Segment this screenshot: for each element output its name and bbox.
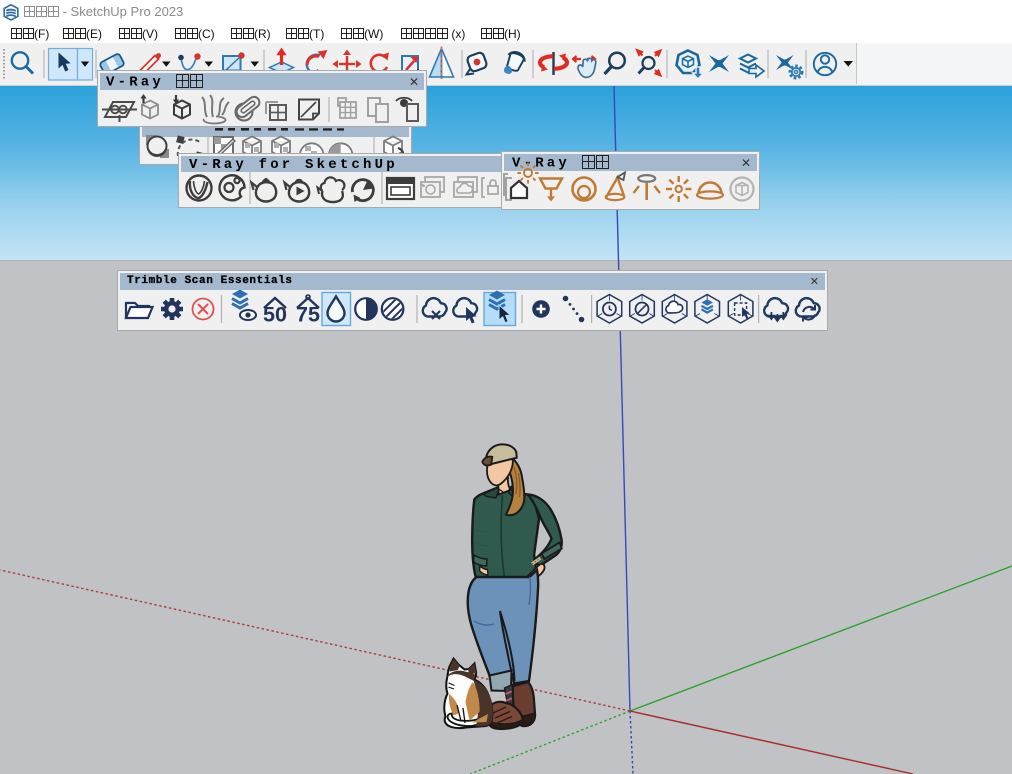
svg-text:50: 50 — [263, 303, 287, 327]
svg-text:75: 75 — [296, 303, 320, 327]
